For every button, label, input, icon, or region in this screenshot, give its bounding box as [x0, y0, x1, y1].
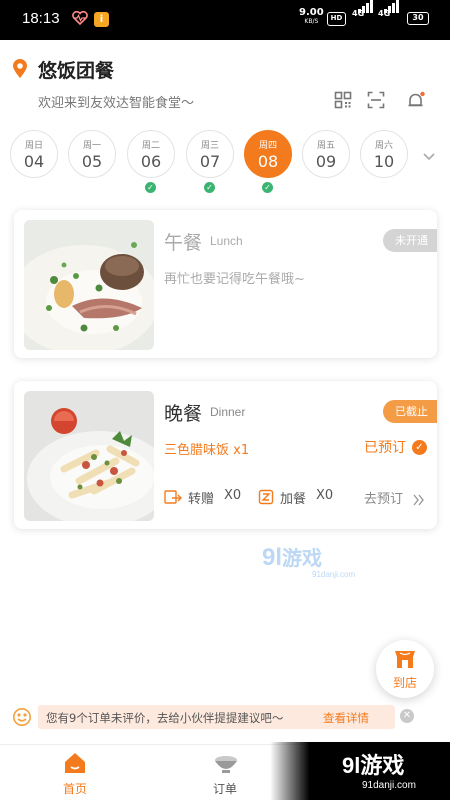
tab-orders-label: 订单 — [212, 782, 237, 796]
goto-order-link[interactable]: 去预订 — [364, 488, 403, 507]
ordered-check-icon: ✓ — [262, 182, 273, 193]
day-wednesday[interactable]: 周三 07 — [186, 130, 234, 178]
day-saturday[interactable]: 周六 10 — [360, 130, 408, 178]
day-date: 09 — [315, 152, 337, 171]
lunch-status-badge: 未开通 — [383, 229, 437, 252]
hd-icon: HD — [327, 12, 346, 26]
view-details-link[interactable]: 查看详情 — [323, 710, 369, 726]
day-sunday[interactable]: 周日 04 — [10, 130, 58, 178]
day-weekday: 周六 — [374, 141, 393, 151]
dinner-card[interactable]: 晚餐 Dinner 已截止 三色腊味饭 x1 已预订 ✓ 转赠 X0 加餐 X0… — [14, 381, 437, 529]
health-icon — [72, 10, 88, 27]
add-meal-icon[interactable] — [258, 489, 274, 509]
lunch-title-en: Lunch — [210, 234, 243, 248]
lunch-image — [24, 220, 154, 350]
bell-icon[interactable] — [406, 91, 425, 109]
day-weekday: 周日 — [24, 141, 43, 151]
day-weekday: 周一 — [82, 141, 101, 151]
day-monday[interactable]: 周一 05 — [68, 130, 116, 178]
watermark-banner-brand: 9l游戏 — [342, 753, 405, 778]
day-date: 05 — [81, 152, 103, 171]
qr-code-icon[interactable] — [334, 91, 352, 109]
day-date: 04 — [23, 152, 45, 171]
ordered-label: 已预订 — [364, 440, 406, 456]
dinner-title: 晚餐 — [164, 403, 203, 425]
to-store-label: 到店 — [392, 676, 417, 690]
lunch-title: 午餐 — [164, 232, 203, 254]
lunch-card[interactable]: 午餐 Lunch 未开通 再忙也要记得吃午餐哦~ — [14, 210, 437, 358]
day-friday[interactable]: 周五 09 — [302, 130, 350, 178]
double-chevron-right-icon[interactable] — [412, 491, 426, 510]
day-tuesday[interactable]: 周二 06 — [127, 130, 175, 178]
notice-text: 您有9个订单未评价，去给小伙伴提提建议吧～ — [46, 711, 284, 725]
ordered-check-icon: ✓ — [204, 182, 215, 193]
watermark-banner: 9l游戏 91danji.com — [270, 742, 450, 800]
welcome-text: 欢迎来到友效达智能食堂～ — [38, 96, 195, 111]
day-weekday: 周四 — [258, 141, 277, 151]
network-speed: 9.00 KB/S — [299, 8, 324, 26]
chevron-down-icon[interactable] — [422, 146, 436, 165]
transfer-count: X0 — [224, 488, 242, 503]
dinner-title-en: Dinner — [210, 405, 246, 419]
ordered-check-icon: ✓ — [412, 440, 427, 455]
dinner-dish: 三色腊味饭 x1 — [164, 443, 250, 458]
canteen-title[interactable]: 悠饭团餐 — [38, 56, 114, 83]
status-bar: 18:13 i 9.00 KB/S HD 4G 4G 30 — [0, 0, 450, 40]
watermark-banner-url: 91danji.com — [362, 780, 416, 791]
watermark-url: 91danji.com — [312, 570, 356, 579]
day-date: 06 — [140, 152, 162, 171]
watermark-logo: 9l游戏 — [262, 542, 322, 572]
day-thursday[interactable]: 周四 08 — [244, 130, 292, 178]
add-meal-label[interactable]: 加餐 — [280, 488, 306, 507]
app-notification-icon: i — [94, 12, 109, 27]
lunch-reminder: 再忙也要记得吃午餐哦~ — [164, 272, 305, 287]
battery-icon: 30 — [407, 12, 429, 25]
day-date: 07 — [199, 152, 221, 171]
transfer-icon[interactable] — [164, 489, 182, 509]
close-icon[interactable]: ✕ — [400, 709, 414, 723]
ordered-check-icon: ✓ — [145, 182, 156, 193]
smile-icon — [12, 707, 32, 731]
day-date: 08 — [257, 152, 279, 171]
day-weekday: 周二 — [141, 141, 160, 151]
home-icon — [63, 751, 87, 779]
bowl-icon — [213, 751, 239, 779]
add-meal-count: X0 — [316, 488, 334, 503]
dinner-image — [24, 391, 154, 521]
day-date: 10 — [373, 152, 395, 171]
tab-orders[interactable]: 订单 — [165, 745, 285, 800]
week-selector: 周日 04 周一 05 周二 06 ✓ 周三 07 ✓ 周四 08 ✓ 周五 0… — [0, 128, 450, 198]
to-store-button[interactable]: 到店 — [376, 640, 434, 698]
network-speed-value: 9.00 — [299, 7, 324, 18]
store-icon — [393, 648, 417, 674]
scan-icon[interactable] — [367, 91, 385, 109]
tab-home-label: 首页 — [62, 782, 87, 796]
status-time: 18:13 — [22, 10, 60, 27]
day-weekday: 周五 — [316, 141, 335, 151]
watermark-cn: 游戏 — [282, 548, 323, 570]
notice-box[interactable]: 您有9个订单未评价，去给小伙伴提提建议吧～ 查看详情 — [38, 705, 395, 729]
watermark-9: 9 — [262, 544, 276, 571]
network-speed-unit: KB/S — [304, 18, 319, 25]
day-weekday: 周三 — [200, 141, 219, 151]
header: 悠饭团餐 欢迎来到友效达智能食堂～ — [0, 40, 450, 120]
transfer-label[interactable]: 转赠 — [188, 488, 214, 507]
tab-home[interactable]: 首页 — [15, 745, 135, 800]
location-icon[interactable] — [12, 59, 28, 83]
review-notice: 您有9个订单未评价，去给小伙伴提提建议吧～ 查看详情 ✕ — [12, 704, 414, 731]
dinner-status-badge: 已截止 — [383, 400, 437, 423]
